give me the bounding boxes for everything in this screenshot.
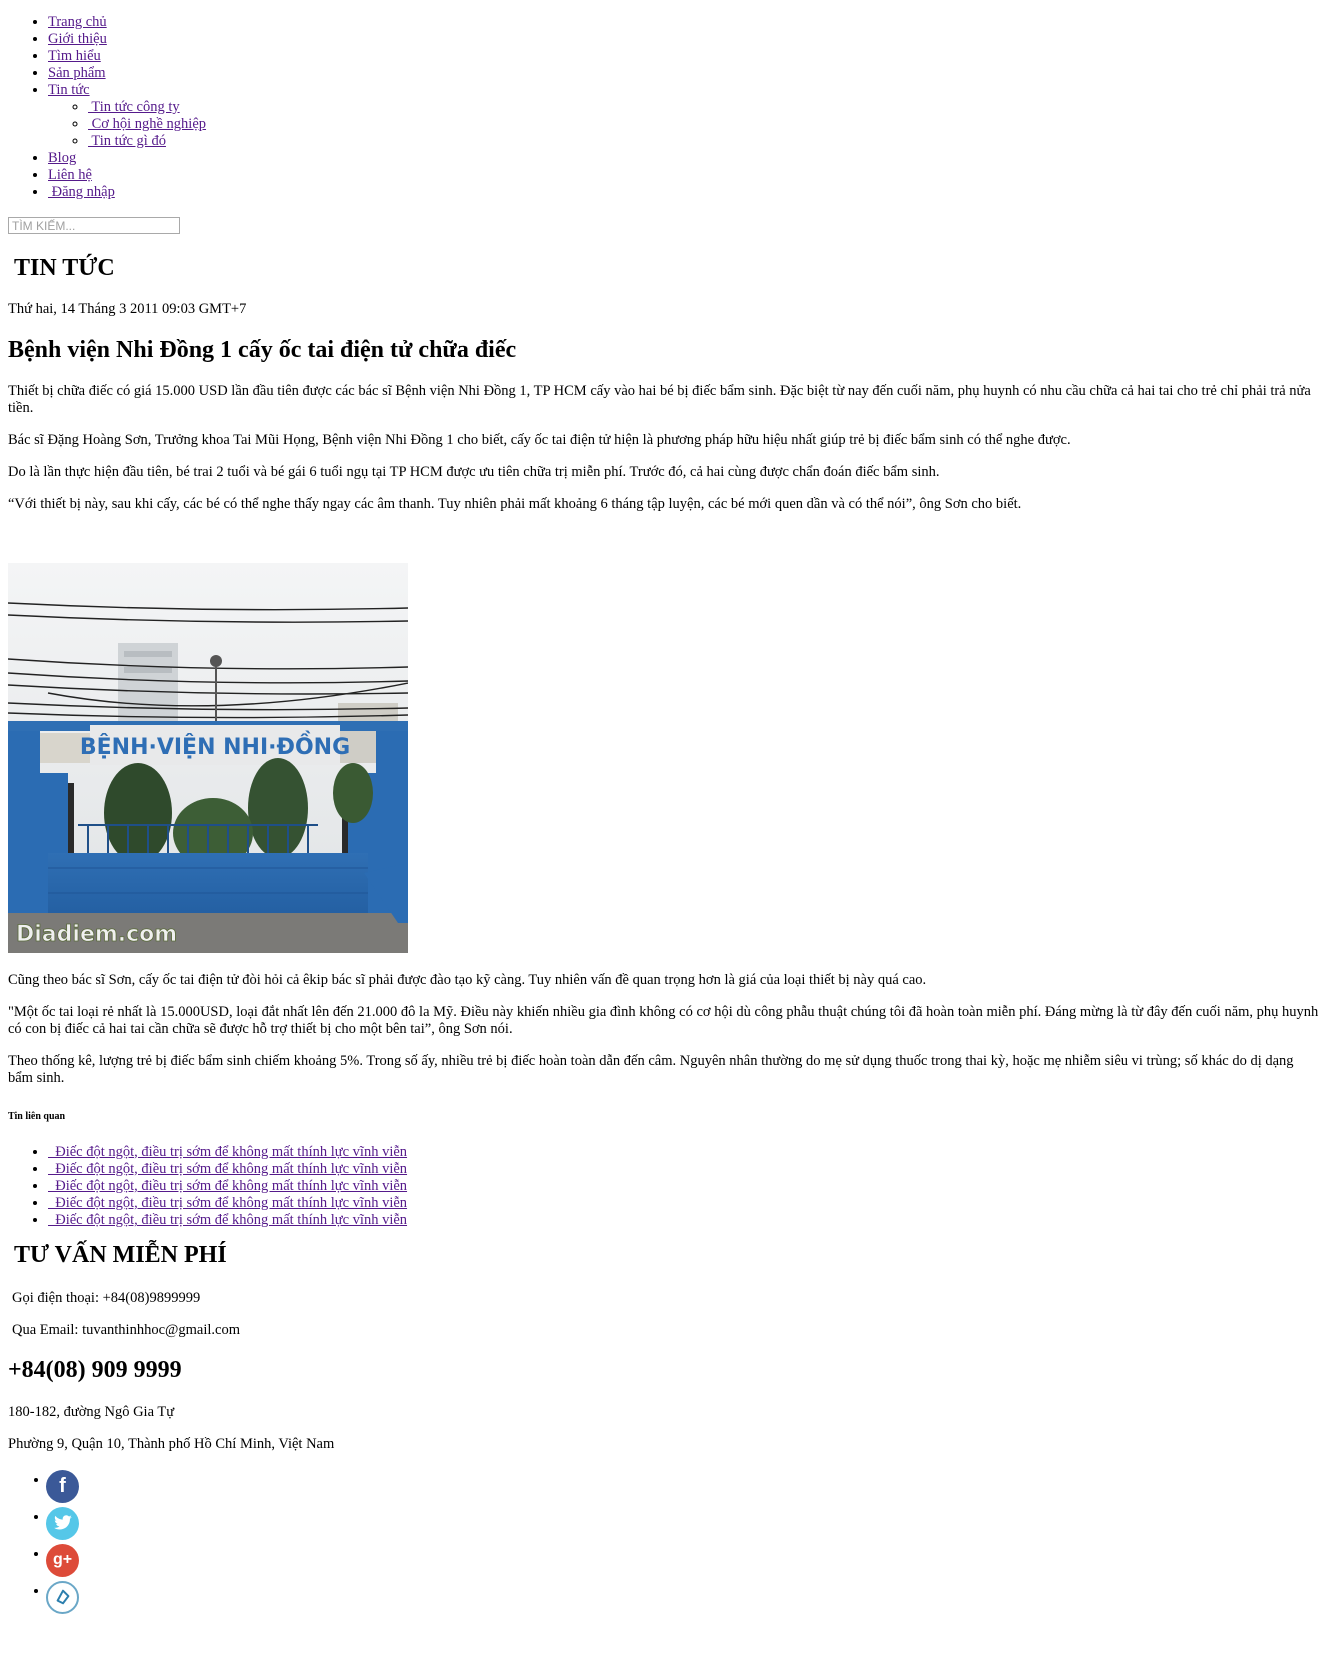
consult-email: Qua Email: tuvanthinhhoc@gmail.com	[12, 1321, 240, 1338]
nav-item-login: Đăng nhập	[48, 184, 1322, 201]
article-continued: Cũng theo bác sĩ Sơn, cấy ốc tai điện tử…	[8, 972, 1322, 1087]
related-news-item: Điếc đột ngột, điều trị sớm để không mất…	[48, 1178, 1322, 1195]
article: Thứ hai, 14 Tháng 3 2011 09:03 GMT+7 Bện…	[8, 301, 1322, 513]
related-news-link[interactable]: Điếc đột ngột, điều trị sớm để không mất…	[48, 1161, 407, 1177]
free-consult-title: TƯ VẤN MIỄN PHÍ	[14, 1241, 227, 1268]
nav-link-products[interactable]: Sản phẩm	[48, 65, 106, 81]
article-title: Bệnh viện Nhi Đồng 1 cấy ốc tai điện tử …	[8, 336, 517, 363]
news-submenu: Tin tức công ty Cơ hội nghề nghiệp Tin t…	[48, 99, 1322, 150]
footer-address: 180-182, đường Ngô Gia Tự Phường 9, Quận…	[8, 1404, 1322, 1453]
nav-item-blog: Blog	[48, 150, 1322, 167]
nav-link-blog[interactable]: Blog	[48, 150, 76, 166]
nav-link-home[interactable]: Trang chủ	[48, 14, 107, 30]
submenu-link-company-news[interactable]: Tin tức công ty	[88, 99, 179, 115]
search-form	[8, 217, 1322, 235]
social-item	[46, 1580, 1322, 1620]
footer-phone: +84(08) 909 9999	[8, 1356, 182, 1383]
submenu-link-careers[interactable]: Cơ hội nghề nghiệp	[88, 116, 206, 132]
nav-item-products: Sản phẩm	[48, 65, 1322, 82]
google-plus-icon[interactable]: g+	[46, 1543, 79, 1577]
twitter-icon[interactable]	[46, 1506, 79, 1540]
skype-icon[interactable]	[46, 1580, 79, 1614]
skype-glyph	[56, 1589, 69, 1605]
submenu-link-other-news[interactable]: Tin tức gì đó	[88, 133, 166, 149]
nav-link-contact[interactable]: Liên hệ	[48, 167, 92, 183]
page: Trang chủ Giới thiệu Tìm hiểu Sản phẩm T…	[0, 0, 1330, 1620]
submenu-item: Cơ hội nghề nghiệp	[88, 116, 1322, 133]
address-line-2: Phường 9, Quận 10, Thành phố Hồ Chí Minh…	[8, 1435, 335, 1452]
related-news-link[interactable]: Điếc đột ngột, điều trị sớm để không mất…	[48, 1178, 407, 1194]
article-paragraph: Do là lần thực hiện đầu tiên, bé trai 2 …	[8, 463, 940, 480]
address-line-1: 180-182, đường Ngô Gia Tự	[8, 1403, 175, 1420]
hospital-gate-photo: BỆNH·VIỆN NHI·ĐỒNG Diadiem.com	[8, 562, 408, 953]
nav-link-about[interactable]: Giới thiệu	[48, 31, 107, 47]
gate-sign-text: BỆNH·VIỆN NHI·ĐỒNG	[80, 731, 350, 760]
twitter-bird-glyph	[53, 1515, 72, 1530]
related-news-item: Điếc đột ngột, điều trị sớm để không mất…	[48, 1195, 1322, 1212]
nav-item-learn: Tìm hiểu	[48, 48, 1322, 65]
social-links: f g+	[8, 1469, 1322, 1620]
facebook-icon[interactable]: f	[46, 1469, 79, 1503]
section-title: TIN TỨC	[14, 254, 115, 281]
related-news-list: Điếc đột ngột, điều trị sớm để không mất…	[8, 1144, 1322, 1230]
article-paragraph: Bác sĩ Đặng Hoàng Sơn, Trưởng khoa Tai M…	[8, 431, 1071, 448]
submenu-item: Tin tức gì đó	[88, 133, 1322, 150]
social-item: g+	[46, 1543, 1322, 1583]
article-paragraph: Theo thống kê, lượng trẻ bị điếc bẩm sin…	[8, 1052, 1294, 1086]
consult-contact: Gọi điện thoại: +84(08)9899999 Qua Email…	[8, 1290, 1322, 1339]
article-paragraph: Cũng theo bác sĩ Sơn, cấy ốc tai điện tử…	[8, 971, 927, 988]
nav-link-learn[interactable]: Tìm hiểu	[48, 48, 101, 64]
social-item	[46, 1506, 1322, 1546]
submenu-item: Tin tức công ty	[88, 99, 1322, 116]
related-news-link[interactable]: Điếc đột ngột, điều trị sớm để không mất…	[48, 1195, 407, 1211]
nav-link-login[interactable]: Đăng nhập	[48, 184, 115, 200]
nav-item-home: Trang chủ	[48, 14, 1322, 31]
related-news-heading: Tin liên quan	[8, 1110, 66, 1122]
nav-item-about: Giới thiệu	[48, 31, 1322, 48]
related-news-item: Điếc đột ngột, điều trị sớm để không mất…	[48, 1212, 1322, 1229]
photo-watermark: Diadiem.com	[16, 922, 177, 947]
article-paragraph: Thiết bị chữa điếc có giá 15.000 USD lần…	[8, 382, 1311, 416]
nav-item-news: Tin tức Tin tức công ty Cơ hội nghề nghi…	[48, 82, 1322, 150]
search-input[interactable]	[8, 217, 180, 234]
social-item: f	[46, 1469, 1322, 1509]
related-news-item: Điếc đột ngột, điều trị sớm để không mất…	[48, 1144, 1322, 1161]
hospital-gate-image: BỆNH·VIỆN NHI·ĐỒNG Diadiem.com	[8, 562, 408, 953]
related-news-link[interactable]: Điếc đột ngột, điều trị sớm để không mất…	[48, 1144, 407, 1160]
related-news-item: Điếc đột ngột, điều trị sớm để không mất…	[48, 1161, 1322, 1178]
article-paragraph: "Một ốc tai loại rẻ nhất là 15.000USD, l…	[8, 1003, 1319, 1037]
nav-link-news[interactable]: Tin tức	[48, 82, 90, 98]
main-nav: Trang chủ Giới thiệu Tìm hiểu Sản phẩm T…	[8, 14, 1322, 201]
related-news-link[interactable]: Điếc đột ngột, điều trị sớm để không mất…	[48, 1212, 407, 1228]
consult-phone: Gọi điện thoại: +84(08)9899999	[12, 1289, 201, 1306]
article-date: Thứ hai, 14 Tháng 3 2011 09:03 GMT+7	[8, 300, 247, 317]
nav-item-contact: Liên hệ	[48, 167, 1322, 184]
article-paragraph: “Với thiết bị này, sau khi cấy, các bé c…	[8, 495, 1022, 512]
